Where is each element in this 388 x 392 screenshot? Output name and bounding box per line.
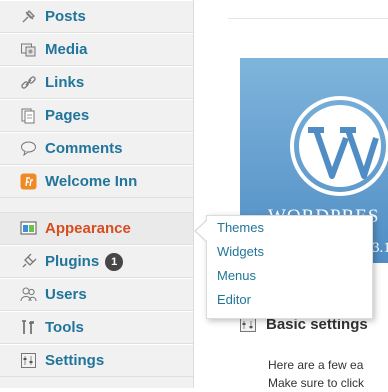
admin-sidebar: Posts Media Links Pages Comments Welcome… bbox=[0, 0, 194, 388]
sidebar-item-label: Appearance bbox=[45, 220, 131, 237]
submenu-item-menus[interactable]: Menus bbox=[207, 264, 372, 288]
sidebar-item-label: Settings bbox=[45, 352, 105, 369]
tools-icon bbox=[20, 319, 37, 336]
banner-version: 3.1 bbox=[372, 240, 388, 256]
content-divider bbox=[228, 18, 388, 19]
sidebar-item-label: Links bbox=[45, 74, 85, 91]
sidebar-item-users[interactable]: Users bbox=[0, 278, 193, 311]
submenu-item-themes[interactable]: Themes bbox=[207, 216, 372, 240]
media-icon bbox=[20, 41, 37, 58]
sidebar-item-label: Plugins bbox=[45, 253, 100, 270]
sidebar-item-settings[interactable]: Settings bbox=[0, 344, 193, 377]
settings-icon bbox=[240, 317, 256, 332]
sidebar-item-links[interactable]: Links bbox=[0, 66, 193, 99]
wordpress-logo-icon bbox=[290, 96, 388, 196]
sidebar-item-label: Users bbox=[45, 286, 87, 303]
pushpin-icon bbox=[20, 8, 37, 25]
admin-menu: Posts Media Links Pages Comments Welcome… bbox=[0, 0, 193, 377]
main-content: WORDPRES 3.1 Basic settings Here are a f… bbox=[194, 0, 388, 390]
sidebar-item-pages[interactable]: Pages bbox=[0, 99, 193, 132]
plugins-icon bbox=[20, 253, 37, 270]
comments-icon bbox=[20, 140, 37, 157]
links-icon bbox=[20, 74, 37, 91]
sidebar-item-label: Welcome Inn bbox=[45, 173, 138, 190]
paragraph-line: Make sure to click bbox=[268, 376, 365, 390]
appearance-submenu: Themes Widgets Menus Editor bbox=[194, 215, 373, 319]
paragraph-line: Here are a few ea bbox=[268, 358, 364, 372]
plugins-update-badge: 1 bbox=[105, 252, 124, 271]
users-icon bbox=[20, 286, 37, 303]
sidebar-item-label: Media bbox=[45, 41, 88, 58]
sidebar-item-appearance[interactable]: Appearance bbox=[0, 212, 193, 245]
sidebar-item-label: Comments bbox=[45, 140, 123, 157]
sidebar-item-label: Tools bbox=[45, 319, 84, 336]
sidebar-item-label: Pages bbox=[45, 107, 90, 124]
pages-icon bbox=[20, 107, 37, 124]
sidebar-item-plugins[interactable]: Plugins 1 bbox=[0, 245, 193, 278]
submenu-item-widgets[interactable]: Widgets bbox=[207, 240, 372, 264]
sidebar-item-welcome-inn[interactable]: Welcome Inn bbox=[0, 165, 193, 198]
sidebar-item-label: Posts bbox=[45, 8, 86, 25]
submenu-item-editor[interactable]: Editor bbox=[207, 288, 372, 312]
settings-icon bbox=[20, 352, 37, 369]
sidebar-item-comments[interactable]: Comments bbox=[0, 132, 193, 165]
sidebar-item-tools[interactable]: Tools bbox=[0, 311, 193, 344]
sidebar-item-posts[interactable]: Posts bbox=[0, 0, 193, 33]
welcome-inn-icon bbox=[20, 173, 37, 190]
appearance-icon bbox=[20, 220, 37, 237]
intro-paragraph: Here are a few ea Make sure to click bbox=[268, 356, 364, 392]
sidebar-item-media[interactable]: Media bbox=[0, 33, 193, 66]
